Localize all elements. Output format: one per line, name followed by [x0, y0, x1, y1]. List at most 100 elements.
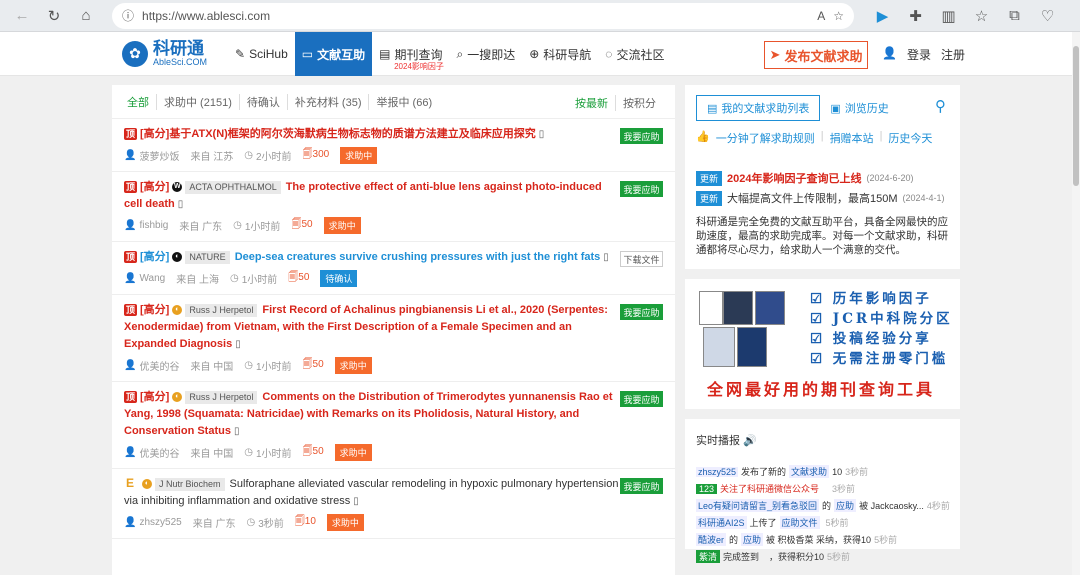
filter-supplement[interactable]: 补充材料 (35): [286, 93, 369, 110]
request-title-link[interactable]: 顶 [高分] ◐ Russ J Herpetol First Record of Ach…: [124, 302, 619, 353]
feed-action: 发布了新的: [741, 467, 787, 477]
rules-link[interactable]: 一分钟了解求助规则: [716, 130, 815, 146]
filter-reported[interactable]: 举报中 (66): [368, 93, 439, 110]
clock-icon: ◷: [233, 219, 242, 231]
nav-journal-search[interactable]: ▤ 期刊查询 2024影响因子: [372, 32, 449, 76]
feed-user[interactable]: 123: [696, 483, 718, 494]
request-item[interactable]: 顶 [高分] ◐ NATURE Deep-sea creatures survive c…: [112, 242, 675, 295]
feed-user[interactable]: 紫清: [696, 550, 721, 563]
request-item[interactable]: 顶 [高分]基于ATX(N)框架的阿尔茨海默病生物标志物的质谱方法建立及临床应用探…: [112, 119, 675, 172]
request-item[interactable]: 顶 [高分] ◐ Russ J Herpetol First Record of Ach…: [112, 295, 675, 382]
news-item[interactable]: 更新 2024年影响因子查询已上线 (2024-6-20): [696, 170, 949, 186]
news-text: 大幅提高文件上传限制，最高150M: [727, 193, 898, 205]
my-request-list-button[interactable]: ▤ 我的文献求助列表: [696, 95, 821, 121]
points: 🗐50: [288, 271, 310, 283]
browser-essentials-icon[interactable]: ♡: [1031, 3, 1064, 29]
logo-icon: ✿: [122, 40, 148, 67]
sort-points[interactable]: 按积分: [616, 95, 663, 111]
home-icon[interactable]: ⌂: [72, 3, 100, 29]
read-aloud-icon[interactable]: A: [817, 9, 825, 23]
requester[interactable]: zhszy525: [139, 517, 181, 528]
browse-history-link[interactable]: ▣ 浏览历史: [830, 100, 888, 116]
nav-scihub[interactable]: ✎ SciHub: [228, 32, 295, 76]
request-item[interactable]: E ◐ J Nutr Biochem Sulforaphane alleviated …: [112, 469, 675, 539]
high-points-label: [高分]: [140, 181, 170, 193]
feed-user[interactable]: 酷波er: [696, 533, 727, 546]
nav-label: 期刊查询: [394, 47, 443, 62]
collections-icon[interactable]: ⧉: [998, 3, 1031, 29]
donate-link[interactable]: 捐赠本站: [830, 130, 874, 146]
nav-literature-help[interactable]: ▭ 文献互助: [294, 32, 373, 76]
request-item[interactable]: 顶 [高分] ◐ Russ J Herpetol Comments on the Dis…: [112, 382, 675, 469]
site-logo[interactable]: ✿ 科研通 AbleSci.COM: [122, 40, 207, 67]
search-icon[interactable]: ⚲: [935, 97, 946, 115]
publish-request-button[interactable]: ➤ 发布文献求助: [764, 41, 868, 69]
back-icon[interactable]: ←: [8, 3, 36, 29]
request-title-link[interactable]: E ◐ J Nutr Biochem Sulforaphane alleviated …: [124, 476, 619, 510]
address-bar[interactable]: ⓘ https://www.ablesci.com A ☆: [112, 2, 854, 29]
nav-search[interactable]: ⌕ 一搜即达: [449, 32, 522, 76]
requester[interactable]: 优美的谷: [139, 445, 179, 460]
help-button[interactable]: 我要应助: [620, 128, 663, 144]
journal-logo-icon: ◐: [172, 252, 183, 263]
nav-research-nav[interactable]: ⊕ 科研导航: [522, 32, 598, 76]
split-screen-icon[interactable]: ▥: [932, 3, 965, 29]
location: 来自 广东: [192, 518, 236, 530]
publish-label: 发布文献求助: [784, 48, 863, 64]
feed-target[interactable]: 应助: [834, 499, 857, 512]
journal-name: ACTA OPHTHALMOL: [185, 181, 281, 194]
sort-newest[interactable]: 按最新: [568, 95, 616, 111]
requester[interactable]: fishbig: [139, 220, 168, 231]
request-title-link[interactable]: 顶 [高分] W ACTA OPHTHALMOL The protective effe…: [124, 179, 619, 213]
help-button[interactable]: 我要应助: [620, 181, 663, 197]
news-item[interactable]: 更新 大幅提高文件上传限制，最高150M (2024-4-1): [696, 190, 949, 206]
live-feed-title: 实时播报 🔊: [696, 432, 757, 448]
requester[interactable]: 优美的谷: [139, 358, 179, 373]
favorites-icon[interactable]: ☆: [965, 3, 998, 29]
help-button[interactable]: 我要应助: [620, 478, 663, 494]
scrollbar-thumb[interactable]: [1073, 46, 1079, 186]
extensions-icon[interactable]: ✚: [899, 3, 932, 29]
feed-user[interactable]: Leo有疑问请留言_别看急驳回: [696, 499, 820, 512]
requester[interactable]: Wang: [139, 273, 165, 284]
register-link[interactable]: 注册: [941, 46, 965, 63]
document-icon: ▯: [538, 129, 545, 140]
time: 1小时前: [244, 221, 281, 233]
filter-pending[interactable]: 求助中 (2151): [156, 93, 239, 110]
info-icon[interactable]: ⓘ: [122, 7, 134, 24]
location: 来自 中国: [190, 448, 234, 460]
news-date: (2024-4-1): [902, 193, 945, 203]
clock-icon: ◷: [244, 149, 253, 161]
journal-ad-banner[interactable]: ☑ 历年影响因子 ☑ JCR中科院分区 ☑ 投稿经验分享 ☑ 无需注册零门槛 全…: [685, 279, 960, 409]
my-list-label: 我的文献求助列表: [721, 103, 810, 115]
request-item[interactable]: 顶 [高分] W ACTA OPHTHALMOL The protective effe…: [112, 172, 675, 242]
help-button[interactable]: 我要应助: [620, 304, 663, 320]
help-button[interactable]: 我要应助: [620, 391, 663, 407]
request-title-link[interactable]: 顶 [高分] ◐ NATURE Deep-sea creatures survive c…: [124, 249, 619, 266]
feed-user[interactable]: 科研通AI2S: [696, 516, 747, 529]
favorite-star-icon[interactable]: ☆: [833, 9, 844, 23]
page-scrollbar[interactable]: [1072, 32, 1080, 575]
feed-target[interactable]: 文献求助: [789, 465, 830, 478]
request-meta: 👤 fishbig 来自 广东 ◷ 1小时前 🗐50 求助中: [124, 216, 663, 234]
user-icon: 👤: [124, 359, 137, 371]
request-title-link[interactable]: 顶 [高分]基于ATX(N)框架的阿尔茨海默病生物标志物的质谱方法建立及临床应用探…: [124, 126, 619, 143]
request-title-link[interactable]: 顶 [高分] ◐ Russ J Herpetol Comments on the Dis…: [124, 389, 619, 440]
feed-time: 5秒前: [825, 518, 849, 528]
requester[interactable]: 菠萝炒饭: [139, 148, 179, 163]
nav-community[interactable]: ◌ 交流社区: [598, 32, 671, 76]
telegram-ext-icon[interactable]: ▶: [866, 3, 899, 29]
login-link[interactable]: 登录: [907, 46, 931, 63]
sidebar-links: 👍 一分钟了解求助规则 | 捐赠本站 | 历史今天: [696, 130, 932, 146]
feed-user[interactable]: zhszy525: [696, 466, 739, 477]
filter-all[interactable]: 全部: [127, 94, 156, 110]
request-meta: 👤 优美的谷 来自 中国 ◷ 1小时前 🗐50 求助中: [124, 443, 663, 461]
news-badge: 更新: [696, 170, 723, 186]
feed-target[interactable]: 应助文件: [779, 516, 820, 529]
refresh-icon[interactable]: ↻: [40, 3, 68, 29]
feed-target[interactable]: 应助: [741, 533, 764, 546]
ad-features: ☑ 历年影响因子 ☑ JCR中科院分区 ☑ 投稿经验分享 ☑ 无需注册零门槛: [810, 289, 953, 369]
history-today-link[interactable]: 历史今天: [888, 130, 932, 146]
download-file-button[interactable]: 下载文件: [620, 251, 663, 267]
filter-confirm[interactable]: 待确认: [238, 93, 287, 110]
